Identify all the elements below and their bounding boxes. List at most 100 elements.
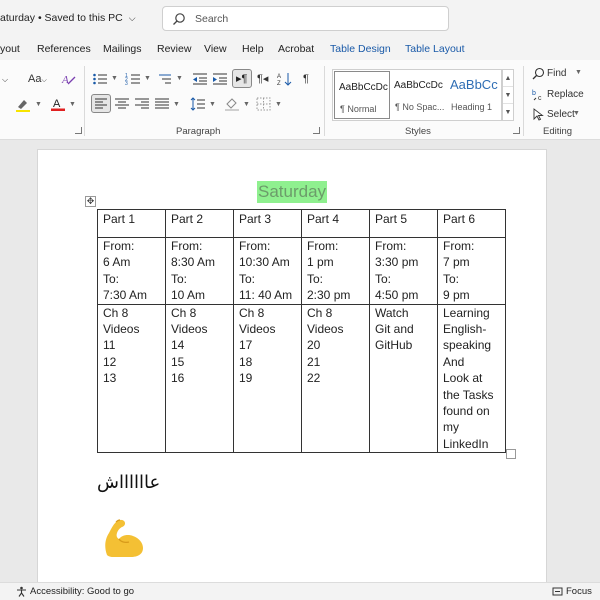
font-dialog-launcher[interactable] (75, 127, 82, 134)
font-color-icon[interactable]: A (50, 97, 66, 111)
chevron-down-icon[interactable]: ⌵ (2, 73, 8, 87)
align-right-icon[interactable] (134, 97, 150, 111)
table-cell[interactable]: Part 6 (437, 209, 506, 238)
increase-indent-icon[interactable] (212, 72, 228, 86)
show-formatting-marks-icon[interactable]: ¶ (303, 72, 309, 86)
find-button[interactable]: Find ▼ (532, 66, 600, 82)
table-cell[interactable]: From: 7 pm To: 9 pm (437, 237, 506, 305)
document-title-area[interactable]: aturday • Saved to this PC ⌵ (0, 12, 136, 24)
table-cell[interactable]: Ch 8 Videos 14 15 16 (165, 303, 234, 454)
table-cell[interactable]: Ch 8 Videos 11 12 13 (97, 303, 166, 454)
table-cell[interactable]: From: 6 Am To: 7:30 Am (97, 237, 166, 305)
table-row-tasks: Ch 8 Videos 11 12 13 Ch 8 Videos 14 15 16 Ch 8 Vi… (97, 303, 506, 454)
numbering-icon[interactable]: 123 (125, 72, 141, 86)
table-cell[interactable]: Ch 8 Videos 17 18 19 (233, 303, 302, 454)
line-spacing-icon[interactable] (190, 97, 206, 111)
editing-group-label: Editing (543, 126, 573, 137)
sort-icon[interactable]: AZ (277, 72, 293, 86)
chevron-down-icon[interactable]: ▼ (144, 75, 151, 82)
table-move-handle-icon[interactable]: ✥ (85, 196, 96, 207)
ribbon-tabs: yout References Mailings Review View Hel… (0, 38, 600, 60)
clear-formatting-icon[interactable]: A (61, 72, 77, 86)
saved-status: Saved to this PC (44, 12, 123, 24)
chevron-down-icon[interactable]: ▼ (243, 101, 250, 108)
style-no-spacing[interactable]: AaBbCcDc ¶ No Spac... (390, 70, 446, 120)
table-cell[interactable]: Learning English-speaking And Look at the Ta… (437, 303, 506, 454)
chevron-down-icon[interactable]: ▼ (275, 101, 282, 108)
chevron-up-icon[interactable]: ▲ (503, 70, 513, 87)
tab-layout[interactable]: yout (0, 43, 20, 55)
decrease-indent-icon[interactable] (192, 72, 208, 86)
tab-review[interactable]: Review (157, 43, 191, 55)
styles-dialog-launcher[interactable] (513, 127, 520, 134)
accessibility-status[interactable]: Accessibility: Good to go (30, 586, 134, 597)
focus-button[interactable]: Focus (566, 586, 592, 597)
table-cell[interactable]: From: 8:30 Am To: 10 Am (165, 237, 234, 305)
cursor-icon (533, 108, 544, 121)
styles-gallery: AaBbCcDc ¶ Normal AaBbCcDc ¶ No Spac... … (332, 69, 502, 121)
style-name: ¶ No Spac... (395, 102, 445, 112)
table-cell[interactable]: Part 5 (369, 209, 438, 238)
tab-help[interactable]: Help (242, 43, 264, 55)
shading-icon[interactable] (224, 97, 240, 111)
chevron-down-icon[interactable]: ▼ (111, 75, 118, 82)
styles-gallery-scroll[interactable]: ▲ ▼ ▼ (502, 69, 514, 121)
tab-acrobat[interactable]: Acrobat (278, 43, 314, 55)
schedule-table[interactable]: Part 1 Part 2 Part 3 Part 4 Part 5 Part … (97, 209, 506, 454)
style-heading-1[interactable]: AaBbCc Heading 1 (446, 70, 502, 120)
table-cell[interactable]: Watch Git and GitHub (369, 303, 438, 454)
chevron-down-icon[interactable]: ▼ (176, 75, 183, 82)
style-name: Heading 1 (451, 102, 493, 112)
style-preview: AaBbCc (450, 77, 498, 92)
search-input[interactable] (195, 11, 435, 27)
style-preview: AaBbCcDc (394, 80, 443, 91)
style-normal[interactable]: AaBbCcDc ¶ Normal (334, 71, 390, 119)
table-cell[interactable]: From: 1 pm To: 2:30 pm (301, 237, 370, 305)
chevron-down-icon[interactable]: ▼ (503, 87, 513, 104)
table-cell[interactable]: From: 3:30 pm To: 4:50 pm (369, 237, 438, 305)
table-cell[interactable]: From: 10:30 Am To: 11: 40 Am (233, 237, 302, 305)
document-canvas: Saturday ✥ Part 1 Part 2 Part 3 Part 4 P… (0, 141, 600, 589)
replace-button[interactable]: bc Replace (532, 87, 600, 103)
chevron-down-icon[interactable]: ▼ (209, 101, 216, 108)
style-name: ¶ Normal (340, 104, 377, 114)
borders-icon[interactable] (256, 97, 272, 111)
justify-icon[interactable] (154, 97, 170, 111)
chevron-down-icon[interactable]: ▼ (35, 101, 42, 108)
align-left-button[interactable] (91, 94, 111, 113)
chevron-down-icon[interactable]: ▼ (69, 101, 76, 108)
paragraph-dialog-launcher[interactable] (313, 127, 320, 134)
table-cell[interactable]: Part 1 (97, 209, 166, 238)
more-styles-icon[interactable]: ▼ (503, 104, 513, 121)
search-box[interactable] (162, 6, 449, 31)
tab-references[interactable]: References (37, 43, 91, 55)
tab-table-design[interactable]: Table Design (330, 43, 391, 55)
tab-table-layout[interactable]: Table Layout (405, 43, 465, 55)
right-to-left-icon[interactable]: ¶◂ (257, 72, 268, 86)
table-cell[interactable]: Ch 8 Videos 20 21 22 (301, 303, 370, 454)
svg-text:c: c (538, 95, 542, 101)
status-bar: Accessibility: Good to go Focus (0, 582, 600, 600)
tab-view[interactable]: View (204, 43, 227, 55)
select-button[interactable]: Select ▼ (532, 107, 600, 123)
ltr-button[interactable]: ▸¶ (232, 69, 252, 88)
svg-text:A: A (61, 74, 69, 86)
focus-icon (552, 587, 563, 596)
highlight-color-icon[interactable] (15, 98, 31, 112)
document-heading: Saturday (257, 181, 328, 203)
flexed-biceps-icon (105, 519, 143, 557)
table-cell[interactable]: Part 4 (301, 209, 370, 238)
bullets-icon[interactable] (92, 72, 108, 86)
chevron-down-icon[interactable]: ▼ (173, 101, 180, 108)
align-center-icon[interactable] (114, 97, 130, 111)
style-preview: AaBbCcDc (339, 82, 388, 93)
paragraph-group-label: Paragraph (176, 126, 221, 137)
table-cell[interactable]: Part 2 (165, 209, 234, 238)
multilevel-list-icon[interactable] (157, 72, 173, 86)
find-icon (532, 67, 545, 80)
table-resize-handle[interactable] (506, 449, 516, 459)
table-cell[interactable]: Part 3 (233, 209, 302, 238)
document-page[interactable]: Saturday ✥ Part 1 Part 2 Part 3 Part 4 P… (37, 149, 547, 589)
tab-mailings[interactable]: Mailings (103, 43, 142, 55)
change-case-button[interactable]: Aa⌵ (28, 72, 47, 88)
